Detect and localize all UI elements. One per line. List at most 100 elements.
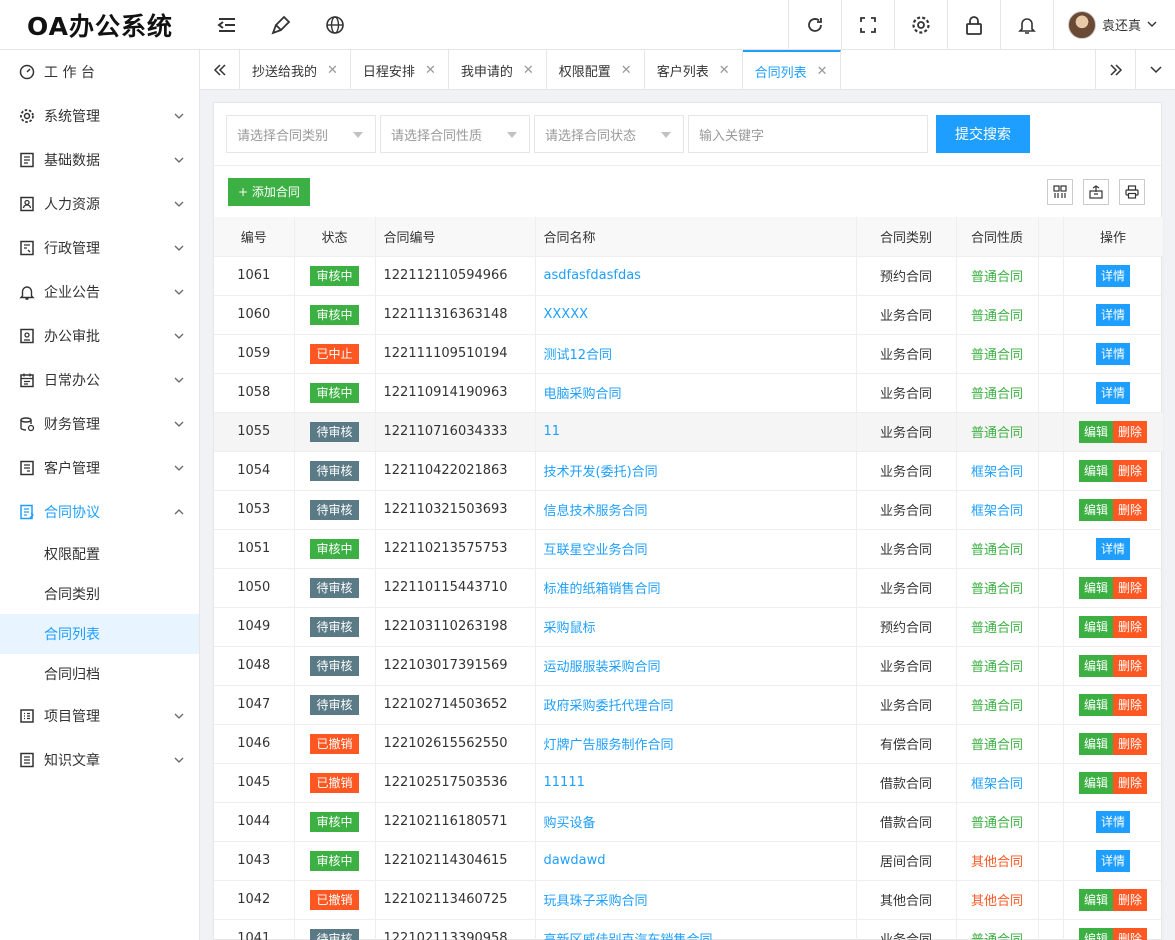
tab-cc-to-me[interactable]: 抄送给我的 ✕ [240,50,351,90]
close-icon[interactable]: ✕ [719,63,730,78]
delete-button[interactable]: 删除 [1113,576,1148,599]
contract-name-link[interactable]: 测试12合同 [544,348,613,363]
detail-button[interactable]: 详情 [1095,810,1130,833]
edit-button[interactable]: 编辑 [1078,459,1113,482]
column-header-code[interactable]: 合同编号 [375,217,536,257]
column-header-id[interactable]: 编号 [214,217,295,257]
column-header-name[interactable]: 合同名称 [535,217,857,257]
edit-button[interactable]: 编辑 [1078,654,1113,677]
detail-button[interactable]: 详情 [1095,264,1130,287]
collapse-menu-icon[interactable] [200,0,254,50]
tab-customer-list[interactable]: 客户列表 ✕ [645,50,743,90]
submit-search-button[interactable]: 提交搜索 [936,115,1030,153]
submenu-item-contract-archive[interactable]: 合同归档 [0,654,199,694]
detail-button[interactable]: 详情 [1095,537,1130,560]
contract-nature-select[interactable]: 请选择合同性质 [380,115,530,153]
sidebar-item-admin[interactable]: 行政管理 [0,226,199,270]
delete-button[interactable]: 删除 [1113,498,1148,521]
contract-name-link[interactable]: 高新区威佳别克汽车销售合同 [544,933,713,940]
column-header-status[interactable]: 状态 [294,217,376,257]
sidebar-item-dashboard[interactable]: 工 作 台 [0,50,199,94]
keyword-input[interactable]: 输入关键字 [688,115,928,153]
globe-icon[interactable] [308,0,362,50]
sidebar-item-article[interactable]: 知识文章 [0,738,199,782]
tab-schedule[interactable]: 日程安排 ✕ [351,50,449,90]
submenu-item-contract-list[interactable]: 合同列表 [0,614,199,654]
delete-button[interactable]: 删除 [1113,420,1148,443]
add-contract-button[interactable]: + 添加合同 [228,177,310,206]
contract-name-link[interactable]: 11111 [544,775,585,790]
tab-menu-chevron-down-icon[interactable] [1135,50,1175,90]
contract-name-link[interactable]: 灯牌广告服务制作合同 [544,738,674,753]
close-icon[interactable]: ✕ [523,63,534,78]
contract-name-link[interactable]: 11 [544,424,561,439]
contract-name-link[interactable]: 采购鼠标 [544,621,596,636]
print-icon[interactable] [1119,178,1145,205]
detail-button[interactable]: 详情 [1095,381,1130,404]
edit-button[interactable]: 编辑 [1078,420,1113,443]
delete-button[interactable]: 删除 [1113,654,1148,677]
tab-scroll-left-icon[interactable] [200,50,240,90]
user-menu[interactable]: 袁还真 [1053,0,1175,50]
sidebar-item-hr[interactable]: 人力资源 [0,182,199,226]
contract-type-select[interactable]: 请选择合同类别 [226,115,376,153]
delete-button[interactable]: 删除 [1113,459,1148,482]
close-icon[interactable]: ✕ [817,64,828,79]
contract-name-link[interactable]: 标准的纸箱销售合同 [544,582,661,597]
lock-icon[interactable] [947,0,1000,50]
gear-icon[interactable] [894,0,947,50]
edit-button[interactable]: 编辑 [1078,771,1113,794]
submenu-item-permission[interactable]: 权限配置 [0,534,199,574]
delete-button[interactable]: 删除 [1113,888,1148,911]
contract-name-link[interactable]: 技术开发(委托)合同 [544,465,658,480]
delete-button[interactable]: 删除 [1113,927,1148,940]
edit-button[interactable]: 编辑 [1078,888,1113,911]
submenu-item-contract-category[interactable]: 合同类别 [0,574,199,614]
delete-button[interactable]: 删除 [1113,615,1148,638]
contract-name-link[interactable]: 政府采购委托代理合同 [544,699,674,714]
notification-bell-icon[interactable] [1000,0,1053,50]
refresh-icon[interactable] [788,0,841,50]
column-header-nature[interactable]: 合同性质 [956,217,1039,257]
edit-button[interactable]: 编辑 [1078,732,1113,755]
tab-permission[interactable]: 权限配置 ✕ [547,50,645,90]
edit-button[interactable]: 编辑 [1078,615,1113,638]
edit-button[interactable]: 编辑 [1078,498,1113,521]
sidebar-item-contract[interactable]: 合同协议 [0,490,199,534]
export-icon[interactable] [1083,178,1109,205]
column-header-type[interactable]: 合同类别 [856,217,957,257]
detail-button[interactable]: 详情 [1095,342,1130,365]
contract-name-link[interactable]: 互联星空业务合同 [544,543,648,558]
sidebar-item-project[interactable]: 项目管理 [0,694,199,738]
detail-button[interactable]: 详情 [1095,303,1130,326]
sidebar-item-announcement[interactable]: 企业公告 [0,270,199,314]
tab-scroll-right-icon[interactable] [1095,50,1135,90]
contract-name-link[interactable]: 信息技术服务合同 [544,504,648,519]
delete-button[interactable]: 删除 [1113,693,1148,716]
sidebar-item-finance[interactable]: 财务管理 [0,402,199,446]
clear-cache-icon[interactable] [254,0,308,50]
sidebar-item-customer[interactable]: 客户管理 [0,446,199,490]
close-icon[interactable]: ✕ [621,63,632,78]
delete-button[interactable]: 删除 [1113,771,1148,794]
contract-name-link[interactable]: XXXXX [544,307,589,322]
fullscreen-icon[interactable] [841,0,894,50]
contract-name-link[interactable]: 电脑采购合同 [544,387,622,402]
contract-name-link[interactable]: 玩具珠子采购合同 [544,894,648,909]
detail-button[interactable]: 详情 [1095,849,1130,872]
contract-name-link[interactable]: 购买设备 [544,816,596,831]
sidebar-item-approval[interactable]: 办公审批 [0,314,199,358]
sidebar-item-basic-data[interactable]: 基础数据 [0,138,199,182]
edit-button[interactable]: 编辑 [1078,927,1113,940]
contract-name-link[interactable]: asdfasfdasfdas [544,268,641,283]
close-icon[interactable]: ✕ [425,63,436,78]
contract-status-select[interactable]: 请选择合同状态 [534,115,684,153]
columns-filter-icon[interactable] [1047,178,1073,205]
delete-button[interactable]: 删除 [1113,732,1148,755]
sidebar-item-daily-office[interactable]: 日常办公 [0,358,199,402]
tab-contract-list[interactable]: 合同列表 ✕ [742,50,841,90]
sidebar-item-system[interactable]: 系统管理 [0,94,199,138]
edit-button[interactable]: 编辑 [1078,576,1113,599]
edit-button[interactable]: 编辑 [1078,693,1113,716]
contract-name-link[interactable]: dawdawd [544,853,606,868]
